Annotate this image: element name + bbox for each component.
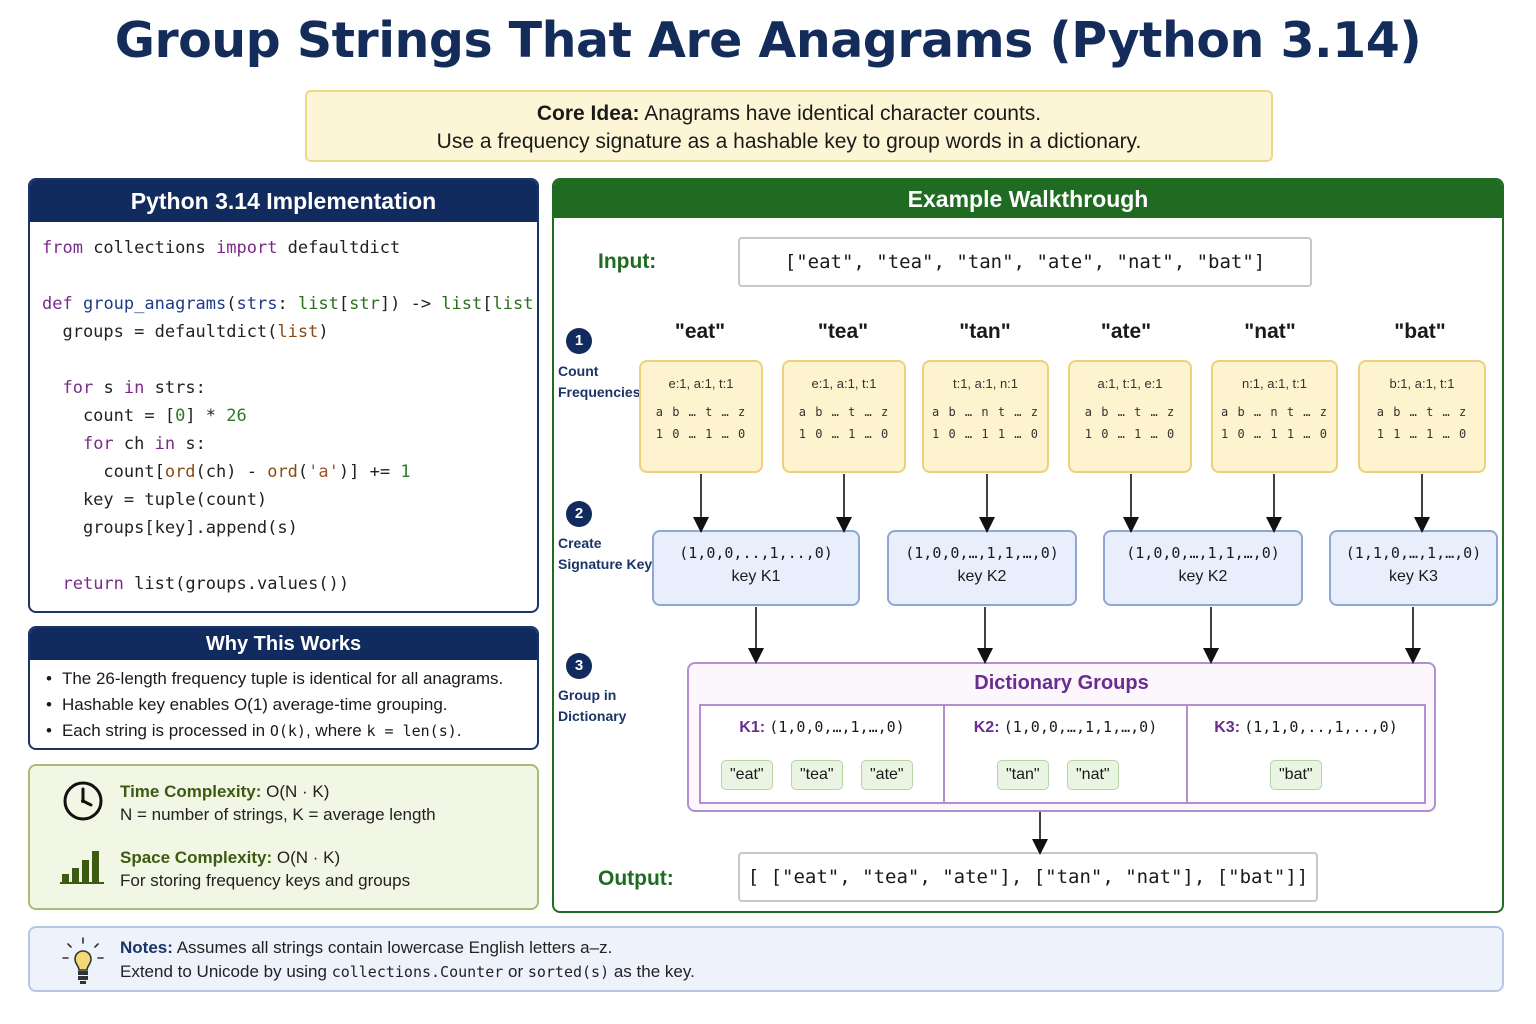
flow-arrows bbox=[693, 474, 1430, 855]
